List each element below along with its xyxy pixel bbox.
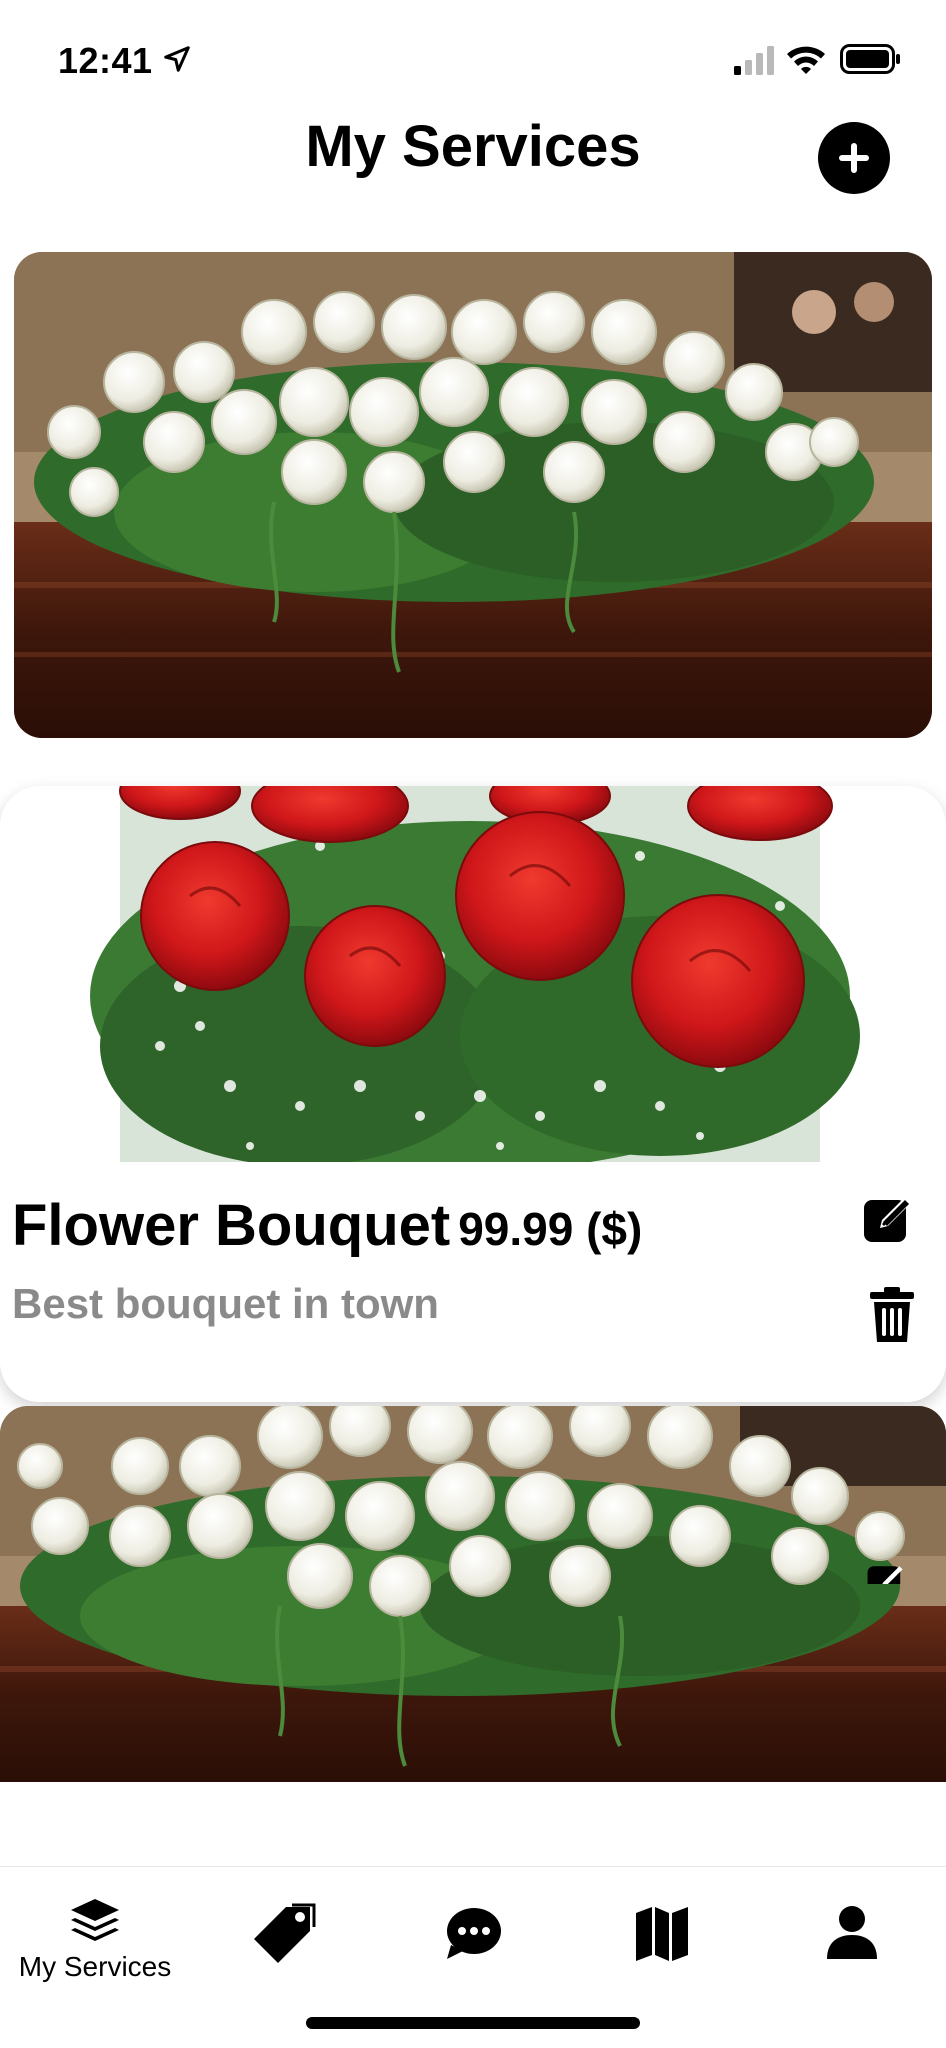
tab-profile[interactable] [802,1867,902,1997]
header: My Services [0,110,946,220]
service-card[interactable]: Flower Bouquet 99.99 ($) Best bouquet in … [0,786,946,1402]
service-description: Best bouquet in town [12,1280,439,1327]
edit-icon [866,1554,908,1584]
service-card[interactable] [0,1406,946,1842]
wifi-icon [787,46,825,74]
service-image [0,786,946,1162]
service-name: Flower Bouquet [12,1193,451,1258]
user-icon [827,1906,877,1959]
service-price: 99.99 ($) [458,1203,643,1255]
page-title: My Services [305,114,641,179]
chat-bubble-icon [447,1908,501,1959]
service-image [0,1406,946,1782]
location-arrow-icon [164,46,190,72]
service-image [14,252,932,738]
tab-label: My Services [18,1951,172,1982]
battery-icon [840,44,900,74]
my-services-screen: 12:41 My Services Flower Bouquet 99.99 (… [0,0,946,2048]
tab-my-services[interactable]: My Services [0,1867,190,1997]
plus-icon [839,143,869,173]
status-bar: 12:41 [0,0,946,120]
home-indicator [306,2017,640,2029]
edit-icon [864,1196,912,1242]
tab-bar: My Services [0,1866,946,2048]
tab-map[interactable] [612,1867,712,1997]
status-time: 12:41 [58,40,153,81]
edit-service-button[interactable] [862,1192,916,1246]
service-card[interactable] [14,252,932,738]
tab-tags[interactable] [234,1867,334,1997]
map-icon [636,1907,688,1961]
layers-icon [71,1899,119,1941]
cellular-signal-icon [734,46,774,75]
service-title-row: Flower Bouquet 99.99 ($) [12,1192,642,1259]
delete-service-button[interactable] [868,1286,916,1344]
service-info: Flower Bouquet 99.99 ($) Best bouquet in … [0,1162,946,1402]
tab-messages[interactable] [424,1867,524,1997]
tag-icon [254,1903,316,1963]
add-service-button[interactable] [818,122,890,194]
trash-icon [870,1287,914,1342]
